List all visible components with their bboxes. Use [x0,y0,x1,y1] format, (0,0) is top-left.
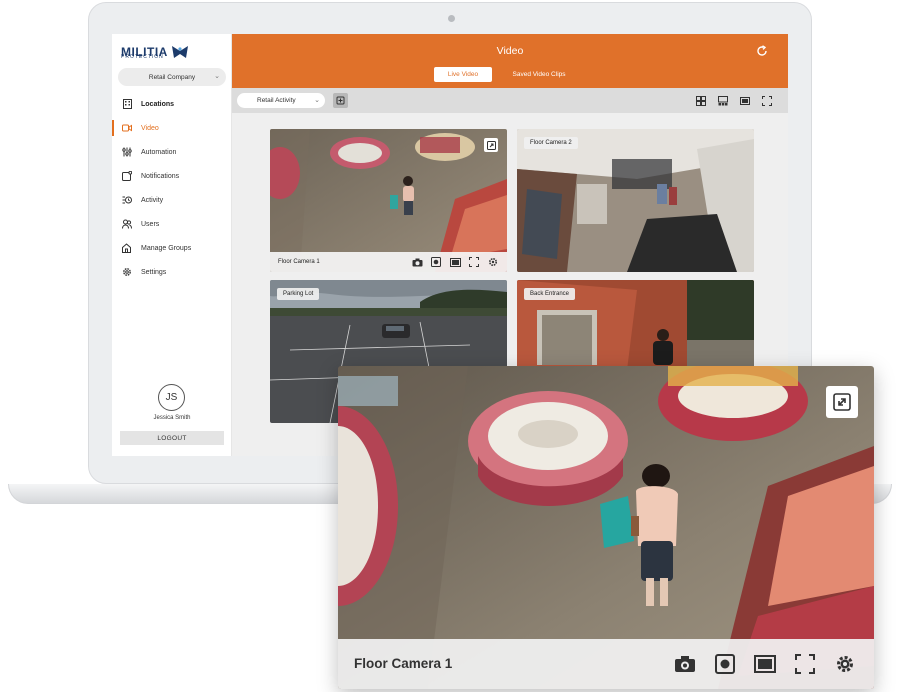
camera-snapshot-icon[interactable] [674,654,696,674]
sidebar-item-locations[interactable]: Locations [112,92,232,116]
page-title: Video [496,45,524,57]
sidebar-item-label: Automation [141,148,177,156]
record-icon[interactable] [714,654,736,674]
tile-camera-name: Floor Camera 2 [524,137,578,149]
single-view-icon[interactable] [754,654,776,674]
building-icon [122,99,132,109]
gear-icon[interactable] [487,257,499,267]
camera-tile-back-entrance[interactable]: Back Entrance [517,280,754,370]
sidebar-item-label: Manage Groups [141,244,192,252]
fullscreen-icon[interactable] [761,95,772,106]
sidebar: MILITIA PROTECTION Retail Company ⌄ Loca… [112,34,232,456]
refresh-icon[interactable] [756,45,768,57]
tab-saved-video-clips[interactable]: Saved Video Clips [498,67,580,82]
tile-camera-name: Floor Camera 1 [278,259,320,265]
single-view-layout-icon[interactable] [739,95,750,106]
layout-buttons [695,95,772,106]
brand-tagline: PROTECTION [121,54,164,60]
militia-logo-icon [171,46,188,58]
popout-controls [674,654,856,674]
sidebar-item-users[interactable]: Users [112,212,232,236]
bell-square-icon [122,171,132,181]
page-header: Video Live Video Saved Video Clips [232,34,788,88]
company-select[interactable]: Retail Company ⌄ [118,68,226,86]
sidebar-item-label: Settings [141,268,167,276]
sidebar-nav: Locations Video Automation Notifications [112,92,232,284]
camera-snapshot-icon[interactable] [411,257,423,267]
webcam-dot [448,15,455,22]
sidebar-item-settings[interactable]: Settings [112,260,232,284]
house-group-icon [122,243,132,253]
chevron-down-icon: ⌄ [314,97,320,104]
fullscreen-icon[interactable] [794,654,816,674]
grid-2x2-layout-icon[interactable] [695,95,706,106]
chevron-down-icon: ⌄ [214,73,220,80]
user-name: Jessica Smith [153,415,191,421]
expand-icon[interactable] [826,386,858,418]
company-select-value: Retail Company [148,73,196,81]
popout-camera-name: Floor Camera 1 [354,656,453,671]
tile-controls [411,257,499,267]
tile-camera-name: Back Entrance [524,288,576,300]
single-view-icon[interactable] [449,257,461,267]
activity-list-icon [122,195,132,205]
record-icon[interactable] [430,257,442,267]
sidebar-item-video[interactable]: Video [112,116,232,140]
video-toolbar: Retail Activity ⌄ [232,88,788,113]
logout-button[interactable]: LOGOUT [120,431,224,445]
sidebar-item-manage-groups[interactable]: Manage Groups [112,236,232,260]
floor-camera-1-feed [270,129,507,272]
ptz-control-button[interactable] [333,93,348,108]
sidebar-item-label: Locations [141,100,175,108]
grid-1-plus-layout-icon[interactable] [717,95,728,106]
floor-camera-2-feed [517,129,754,272]
sliders-icon [122,147,132,157]
popout-camera-view[interactable]: Floor Camera 1 [338,366,874,689]
sidebar-item-label: Activity [141,196,164,204]
sidebar-item-label: Users [141,220,160,228]
expand-icon[interactable] [484,138,498,152]
sidebar-item-automation[interactable]: Automation [112,140,232,164]
activity-select-value: Retail Activity [257,97,296,104]
users-icon [122,219,132,229]
tab-live-video[interactable]: Live Video [434,67,492,82]
avatar[interactable]: JS [158,384,185,411]
fullscreen-icon[interactable] [468,257,480,267]
gear-icon [122,267,132,277]
activity-select[interactable]: Retail Activity ⌄ [237,93,325,108]
sidebar-item-activity[interactable]: Activity [112,188,232,212]
tile-control-bar: Floor Camera 1 [270,252,507,272]
video-camera-icon [122,123,132,133]
sidebar-item-label: Notifications [141,172,180,180]
ptz-icon [336,96,345,105]
gear-icon[interactable] [834,654,856,674]
sidebar-item-notifications[interactable]: Notifications [112,164,232,188]
camera-tile-floor-1[interactable]: Floor Camera 1 [270,129,507,272]
popout-control-bar: Floor Camera 1 [338,639,874,689]
tile-camera-name: Parking Lot [277,288,320,300]
sidebar-item-label: Video [141,124,159,132]
camera-tile-floor-2[interactable]: Floor Camera 2 [517,129,754,272]
